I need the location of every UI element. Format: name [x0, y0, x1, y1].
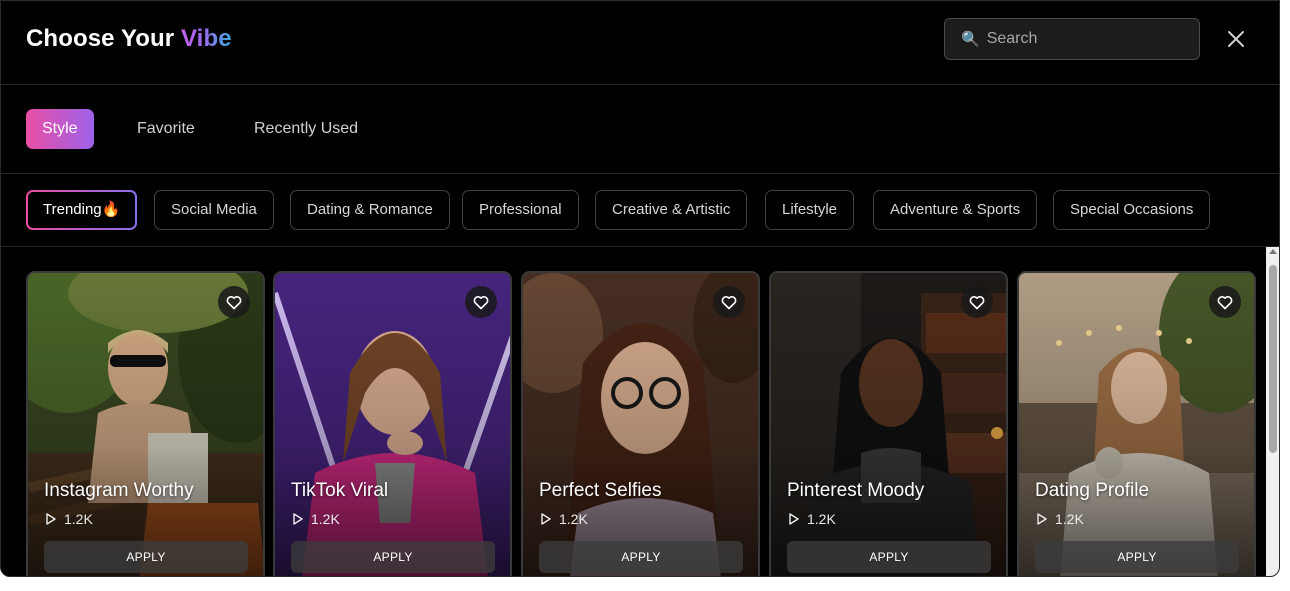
- search-input[interactable]: [986, 30, 1177, 48]
- close-icon: [1228, 31, 1244, 47]
- favorite-button[interactable]: [465, 286, 497, 318]
- apply-button[interactable]: APPLY: [291, 541, 495, 573]
- usage-count: 1.2K: [1055, 511, 1084, 527]
- usage-count: 1.2K: [64, 511, 93, 527]
- tab-favorite[interactable]: Favorite: [121, 109, 211, 149]
- card-title: Instagram Worthy: [44, 480, 194, 501]
- apply-button[interactable]: APPLY: [787, 541, 991, 573]
- usage-count: 1.2K: [807, 511, 836, 527]
- magnifier-icon: 🔍: [961, 31, 980, 48]
- favorite-button[interactable]: [713, 286, 745, 318]
- heart-outline-icon: [473, 295, 489, 309]
- chip-lifestyle[interactable]: Lifestyle: [765, 190, 855, 230]
- apply-button[interactable]: APPLY: [44, 541, 248, 573]
- title-accent: Vibe: [181, 25, 232, 52]
- chip-creative-artistic[interactable]: Creative & Artistic: [595, 190, 748, 230]
- heart-outline-icon: [969, 295, 985, 309]
- card-usage: 1.2K: [293, 511, 340, 527]
- style-card-grid: Instagram Worthy 1.2K APPLY TikTok Viral…: [1, 247, 1266, 576]
- card-usage: 1.2K: [46, 511, 93, 527]
- heart-outline-icon: [1217, 295, 1233, 309]
- heart-outline-icon: [721, 295, 737, 309]
- play-icon: [541, 513, 551, 525]
- category-chips: Trending🔥 Social Media Dating & Romance …: [1, 174, 1279, 247]
- card-shade: [28, 273, 263, 576]
- card-shade: [1019, 273, 1254, 576]
- card-usage: 1.2K: [541, 511, 588, 527]
- card-shade: [275, 273, 510, 576]
- style-card[interactable]: Perfect Selfies 1.2K APPLY: [521, 271, 760, 576]
- modal-header: Choose Your Vibe 🔍: [1, 1, 1279, 85]
- search-box[interactable]: 🔍: [944, 18, 1200, 60]
- scroll-up-arrow-icon[interactable]: [1269, 249, 1277, 254]
- card-usage: 1.2K: [1037, 511, 1084, 527]
- close-button[interactable]: [1223, 26, 1249, 52]
- usage-count: 1.2K: [311, 511, 340, 527]
- apply-button[interactable]: APPLY: [1035, 541, 1239, 573]
- chip-social-media[interactable]: Social Media: [154, 190, 274, 230]
- play-icon: [293, 513, 303, 525]
- favorite-button[interactable]: [961, 286, 993, 318]
- scrollbar-thumb[interactable]: [1269, 265, 1277, 453]
- card-title: Pinterest Moody: [787, 480, 925, 501]
- tab-bar: Style Favorite Recently Used: [1, 85, 1279, 174]
- favorite-button[interactable]: [1209, 286, 1241, 318]
- play-icon: [789, 513, 799, 525]
- usage-count: 1.2K: [559, 511, 588, 527]
- style-card[interactable]: Dating Profile 1.2K APPLY: [1017, 271, 1256, 576]
- vertical-scrollbar[interactable]: [1266, 247, 1279, 576]
- card-title: TikTok Viral: [291, 480, 389, 501]
- style-card[interactable]: Pinterest Moody 1.2K APPLY: [769, 271, 1008, 576]
- title-main: Choose Your: [26, 25, 181, 52]
- play-icon: [46, 513, 56, 525]
- tab-style[interactable]: Style: [26, 109, 94, 149]
- chip-adventure-sports[interactable]: Adventure & Sports: [873, 190, 1038, 230]
- card-shade: [771, 273, 1006, 576]
- card-shade: [523, 273, 758, 576]
- style-card[interactable]: Instagram Worthy 1.2K APPLY: [26, 271, 265, 576]
- style-card[interactable]: TikTok Viral 1.2K APPLY: [273, 271, 512, 576]
- apply-button[interactable]: APPLY: [539, 541, 743, 573]
- tab-recently-used[interactable]: Recently Used: [238, 109, 374, 149]
- chip-professional[interactable]: Professional: [462, 190, 579, 230]
- page-title: Choose Your Vibe: [26, 25, 232, 53]
- chip-dating-romance[interactable]: Dating & Romance: [290, 190, 450, 230]
- heart-outline-icon: [226, 295, 242, 309]
- vibe-picker-modal: Choose Your Vibe 🔍 Style Favorite Recent…: [0, 0, 1280, 577]
- play-icon: [1037, 513, 1047, 525]
- favorite-button[interactable]: [218, 286, 250, 318]
- card-title: Dating Profile: [1035, 480, 1150, 501]
- card-usage: 1.2K: [789, 511, 836, 527]
- chip-special-occasions[interactable]: Special Occasions: [1053, 190, 1211, 230]
- chip-trending[interactable]: Trending🔥: [26, 190, 137, 230]
- card-title: Perfect Selfies: [539, 480, 662, 501]
